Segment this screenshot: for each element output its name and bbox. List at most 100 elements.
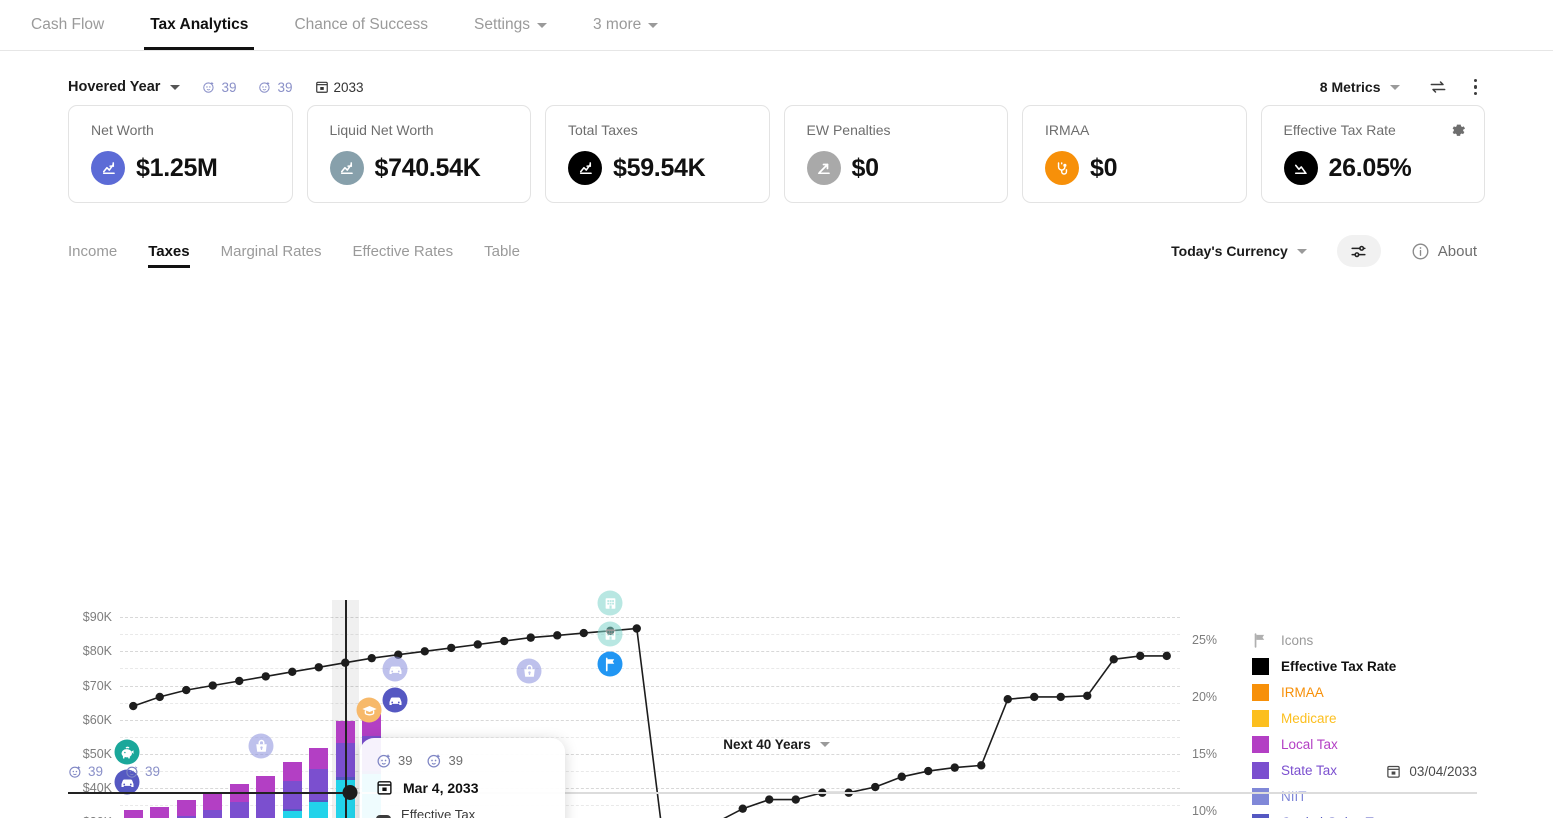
footer-age-one-value: 39 bbox=[88, 764, 103, 779]
penalty-icon bbox=[807, 151, 841, 185]
legend-swatch bbox=[1252, 658, 1269, 675]
legend-item-medicare[interactable]: Medicare bbox=[1252, 705, 1502, 731]
chart-bar[interactable] bbox=[177, 800, 196, 818]
info-circle-icon bbox=[1411, 242, 1430, 261]
topnav-item-3-more[interactable]: 3 more bbox=[570, 0, 681, 50]
chart-up-icon bbox=[330, 151, 364, 185]
metric-card-label: Effective Tax Rate bbox=[1284, 122, 1465, 138]
range-dropdown[interactable]: Next 40 Years bbox=[723, 737, 830, 752]
chart-plot-area[interactable]: $10K$20K$30K$40K$50K$60K$70K$80K$90K5%10… bbox=[120, 600, 1180, 818]
gridline bbox=[120, 617, 1180, 618]
metric-card-row: 26.05% bbox=[1284, 151, 1465, 185]
metric-card-total-taxes[interactable]: Total Taxes$59.54K bbox=[545, 105, 770, 203]
hovered-year-dropdown[interactable]: Hovered Year bbox=[68, 79, 180, 95]
currency-dropdown[interactable]: Today's Currency bbox=[1171, 243, 1307, 259]
bar-segment-capital-gains-tax bbox=[283, 809, 302, 811]
age-one-chip: 39 bbox=[202, 80, 236, 95]
subtab-taxes[interactable]: Taxes bbox=[148, 243, 189, 268]
bag-icon[interactable] bbox=[517, 659, 542, 684]
top-navigation: Cash FlowTax AnalyticsChance of SuccessS… bbox=[0, 0, 1553, 51]
legend-label: Icons bbox=[1281, 633, 1313, 648]
legend-item-icons[interactable]: Icons bbox=[1252, 627, 1502, 653]
tooltip-age-two: 39 bbox=[426, 752, 462, 769]
chart-up-icon bbox=[91, 151, 125, 185]
topnav-item-cash-flow[interactable]: Cash Flow bbox=[8, 0, 127, 50]
metric-card-effective-tax-rate[interactable]: Effective Tax Rate 26.05% bbox=[1261, 105, 1486, 203]
chart-bar[interactable] bbox=[124, 810, 143, 818]
gridline-minor bbox=[120, 805, 1180, 806]
chart-bar[interactable] bbox=[309, 748, 328, 818]
metric-card-net-worth[interactable]: Net Worth$1.25M bbox=[68, 105, 293, 203]
bar-segment-local-tax bbox=[203, 793, 222, 809]
building-icon[interactable] bbox=[598, 591, 623, 616]
metric-card-irmaa[interactable]: IRMAA $0 bbox=[1022, 105, 1247, 203]
car-icon[interactable] bbox=[383, 657, 408, 682]
metric-card-value: $0 bbox=[852, 154, 879, 183]
swap-horizontal-icon[interactable] bbox=[1428, 77, 1448, 97]
metric-card-value: $0 bbox=[1090, 154, 1117, 183]
building-icon[interactable] bbox=[598, 622, 623, 647]
metric-card-row: $1.25M bbox=[91, 151, 272, 185]
slider-knob[interactable] bbox=[342, 785, 357, 800]
chart-bar[interactable] bbox=[150, 807, 169, 818]
person-age-icon bbox=[68, 764, 83, 779]
kebab-menu-icon[interactable] bbox=[1474, 79, 1478, 96]
person-age-icon bbox=[426, 752, 443, 769]
bar-segment-capital-gains-tax bbox=[309, 800, 328, 802]
chevron-down-icon bbox=[648, 23, 658, 28]
legend-item-effective-tax-rate[interactable]: Effective Tax Rate bbox=[1252, 653, 1502, 679]
tooltip-ages: 39 39 bbox=[376, 752, 549, 769]
chart-bar[interactable] bbox=[256, 776, 275, 818]
legend-label: Capital Gains Tax bbox=[1281, 815, 1387, 818]
metrics-count-dropdown[interactable]: 8 Metrics bbox=[1320, 79, 1400, 95]
legend-label: IRMAA bbox=[1281, 685, 1324, 700]
gear-icon[interactable] bbox=[1451, 122, 1466, 142]
topnav-item-chance-of-success[interactable]: Chance of Success bbox=[271, 0, 451, 50]
subtab-effective-rates[interactable]: Effective Rates bbox=[353, 243, 454, 268]
time-slider[interactable] bbox=[68, 791, 1477, 795]
legend-item-capital-gains-tax[interactable]: Capital Gains Tax bbox=[1252, 809, 1502, 818]
metric-card-row: $0 bbox=[1045, 151, 1226, 185]
effective-tax-rate-line bbox=[120, 600, 1180, 818]
topnav-item-settings[interactable]: Settings bbox=[451, 0, 570, 50]
bar-segment-fica-tax bbox=[283, 811, 302, 818]
legend-item-niit[interactable]: NIIT bbox=[1252, 783, 1502, 809]
legend-item-irmaa[interactable]: IRMAA bbox=[1252, 679, 1502, 705]
calendar-icon bbox=[376, 779, 393, 796]
metric-card-ew-penalties[interactable]: EW Penalties$0 bbox=[784, 105, 1009, 203]
subtab-table[interactable]: Table bbox=[484, 243, 520, 268]
tooltip-row-label: Effective Tax Rate: bbox=[401, 807, 502, 818]
chart-up-icon bbox=[568, 151, 602, 185]
chart-down-icon bbox=[1284, 151, 1318, 185]
metric-card-label: IRMAA bbox=[1045, 122, 1226, 138]
range-label: Next 40 Years bbox=[723, 737, 811, 752]
slider-fill bbox=[68, 792, 350, 794]
metric-card-value: 26.05% bbox=[1329, 154, 1412, 183]
metric-card-value: $1.25M bbox=[136, 154, 218, 183]
tooltip-age-two-value: 39 bbox=[448, 753, 462, 768]
subtab-marginal-rates[interactable]: Marginal Rates bbox=[221, 243, 322, 268]
about-button[interactable]: About bbox=[1411, 242, 1477, 261]
tax-chart[interactable]: $10K$20K$30K$40K$50K$60K$70K$80K$90K5%10… bbox=[68, 600, 1223, 818]
car-icon[interactable] bbox=[383, 688, 408, 713]
chart-bar[interactable] bbox=[203, 793, 222, 818]
flag-icon bbox=[1252, 632, 1269, 649]
flag-icon[interactable] bbox=[598, 652, 623, 677]
chart-tooltip: 39 39 Mar 4, 2033 Effective Tax Rate:26.… bbox=[360, 738, 565, 818]
chevron-down-icon bbox=[820, 742, 830, 747]
graduation-cap-icon[interactable] bbox=[357, 698, 382, 723]
metric-card-liquid-net-worth[interactable]: Liquid Net Worth$740.54K bbox=[307, 105, 532, 203]
topnav-item-tax-analytics[interactable]: Tax Analytics bbox=[127, 0, 271, 50]
metric-card-value: $59.54K bbox=[613, 154, 705, 183]
chart-settings-button[interactable] bbox=[1337, 235, 1381, 267]
legend-label: Medicare bbox=[1281, 711, 1337, 726]
calendar-icon bbox=[315, 80, 329, 94]
metric-card-label: Liquid Net Worth bbox=[330, 122, 511, 138]
gridline bbox=[120, 686, 1180, 687]
person-age-icon bbox=[376, 752, 393, 769]
gridline bbox=[120, 720, 1180, 721]
age-two-chip: 39 bbox=[258, 80, 292, 95]
chart-bar[interactable] bbox=[230, 784, 249, 818]
y-axis-right-tick: 25% bbox=[1192, 633, 1217, 647]
subtab-income[interactable]: Income bbox=[68, 243, 117, 268]
